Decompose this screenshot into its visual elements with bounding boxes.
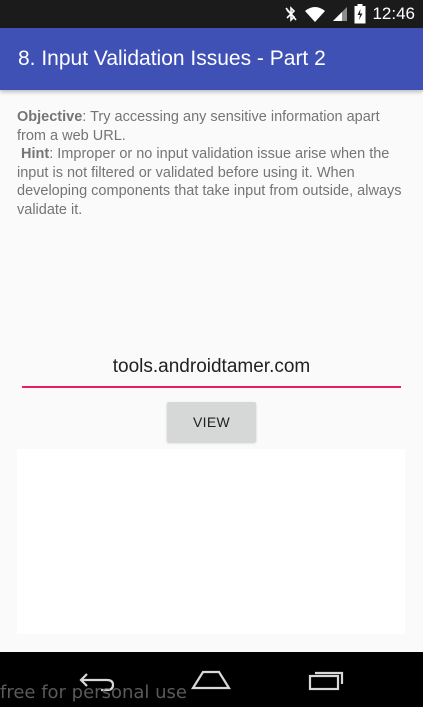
view-button[interactable]: VIEW <box>167 402 256 442</box>
description-text: Objective: Try accessing any sensitive i… <box>17 108 407 219</box>
home-icon[interactable] <box>181 660 241 700</box>
objective-label: Objective <box>17 109 83 125</box>
hint-text: : Improper or no input validation issue … <box>17 146 402 218</box>
bluetooth-off-icon <box>284 6 298 22</box>
web-view[interactable] <box>17 449 405 634</box>
app-bar: 8. Input Validation Issues - Part 2 <box>0 28 423 90</box>
page-title: 8. Input Validation Issues - Part 2 <box>18 47 326 70</box>
status-bar: 12:46 <box>0 0 423 28</box>
wifi-icon <box>304 6 326 22</box>
battery-icon <box>354 4 366 24</box>
signal-icon <box>332 6 348 22</box>
hint-label: Hint <box>21 146 50 162</box>
clock: 12:46 <box>372 4 415 23</box>
watermark: free for personal use <box>0 682 187 703</box>
url-input[interactable] <box>22 352 401 388</box>
recents-icon[interactable] <box>296 660 356 700</box>
